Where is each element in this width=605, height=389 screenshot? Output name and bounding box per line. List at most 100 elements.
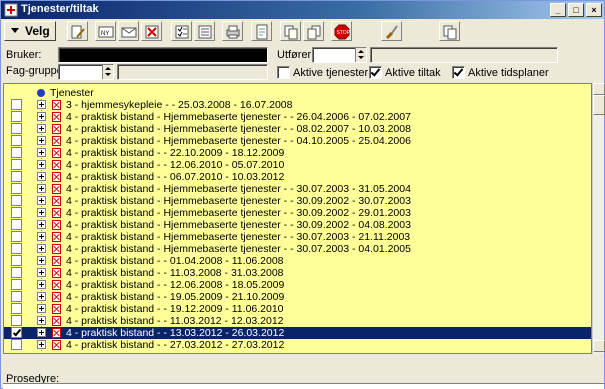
tree-item-checkbox[interactable]	[11, 303, 22, 314]
tree-item[interactable]: 4 - praktisk bistand - - 22.10.2009 - 18…	[4, 147, 591, 159]
expand-icon[interactable]	[37, 304, 46, 313]
faggruppe-select[interactable]	[58, 64, 114, 80]
tree-item-checkbox[interactable]	[11, 135, 22, 146]
tree-item-checkbox[interactable]	[11, 279, 22, 290]
expand-icon[interactable]	[37, 316, 46, 325]
service-status-icon	[52, 232, 61, 242]
expand-icon[interactable]	[37, 136, 46, 145]
tree-item[interactable]: 4 - praktisk bistand - Hjemmebaserte tje…	[4, 195, 591, 207]
tree-item[interactable]: 4 - praktisk bistand - - 12.06.2008 - 18…	[4, 279, 591, 291]
expand-icon[interactable]	[37, 256, 46, 265]
tree-item-checkbox[interactable]	[11, 231, 22, 242]
expand-icon[interactable]	[37, 172, 46, 181]
tree-item[interactable]: 4 - praktisk bistand - - 13.03.2012 - 26…	[4, 327, 591, 339]
tree-item-checkbox[interactable]	[11, 207, 22, 218]
expand-icon[interactable]	[37, 268, 46, 277]
tree-item[interactable]: 4 - praktisk bistand - - 27.03.2012 - 27…	[4, 339, 591, 351]
expand-icon[interactable]	[37, 208, 46, 217]
tree-item[interactable]: 4 - praktisk bistand - - 19.05.2009 - 21…	[4, 291, 591, 303]
tree-item-checkbox[interactable]	[11, 183, 22, 194]
tree-item[interactable]: 3 - hjemmesykepleie - - 25.03.2008 - 16.…	[4, 99, 591, 111]
document-button[interactable]	[251, 21, 272, 41]
maximize-button[interactable]: □	[568, 3, 584, 17]
pages-button[interactable]	[439, 21, 460, 41]
tree-item-label: 4 - praktisk bistand - - 19.05.2009 - 21…	[66, 291, 285, 303]
tree-item[interactable]: 4 - praktisk bistand - Hjemmebaserte tje…	[4, 183, 591, 195]
services-tree[interactable]: Tjenester 3 - hjemmesykepleie - - 25.03.…	[3, 83, 592, 354]
expand-icon[interactable]	[37, 112, 46, 121]
utforer-spinner-icon[interactable]	[355, 48, 366, 62]
copy-back-button[interactable]	[303, 21, 324, 41]
aktive-tjenester-checkbox[interactable]	[277, 66, 290, 79]
aktive-tidsplaner-checkbox[interactable]	[452, 66, 465, 79]
tree-item-checkbox[interactable]	[11, 99, 22, 110]
tree-item-checkbox[interactable]	[11, 267, 22, 278]
tree-item[interactable]: 4 - praktisk bistand - - 11.03.2008 - 31…	[4, 267, 591, 279]
brush-button[interactable]	[381, 21, 402, 41]
expand-icon[interactable]	[37, 280, 46, 289]
tree-item-checkbox[interactable]	[11, 219, 22, 230]
tree-item[interactable]: 4 - praktisk bistand - Hjemmebaserte tje…	[4, 207, 591, 219]
checklist-button[interactable]	[171, 21, 192, 41]
aktive-tiltak-checkbox[interactable]	[369, 66, 382, 79]
expand-icon[interactable]	[37, 292, 46, 301]
tree-item[interactable]: 4 - praktisk bistand - - 12.06.2010 - 05…	[4, 159, 591, 171]
tree-item[interactable]: 4 - praktisk bistand - Hjemmebaserte tje…	[4, 123, 591, 135]
prosedyre-field[interactable]	[3, 383, 604, 389]
tree-item-checkbox[interactable]	[11, 195, 22, 206]
title-bar[interactable]: Tjenester/tiltak _ □ ×	[1, 1, 604, 19]
tree-item-checkbox[interactable]	[11, 255, 22, 266]
velg-button[interactable]: Velg	[4, 21, 56, 41]
tree-item-checkbox[interactable]	[11, 111, 22, 122]
tree-item-label: 4 - praktisk bistand - Hjemmebaserte tje…	[66, 195, 411, 207]
expand-icon[interactable]	[37, 184, 46, 193]
mail-button[interactable]	[118, 21, 139, 41]
tree-item[interactable]: 4 - praktisk bistand - - 06.07.2010 - 10…	[4, 171, 591, 183]
stop-button[interactable]: STOP	[331, 21, 352, 41]
close-button[interactable]: ×	[586, 3, 602, 17]
copy-forward-button[interactable]	[280, 21, 301, 41]
expand-icon[interactable]	[37, 196, 46, 205]
expand-icon[interactable]	[37, 232, 46, 241]
scroll-up-button[interactable]	[593, 83, 605, 95]
scroll-thumb[interactable]	[593, 95, 605, 115]
faggruppe-spinner-icon[interactable]	[102, 65, 113, 79]
root-dot-icon	[37, 89, 45, 97]
tree-item[interactable]: 4 - praktisk bistand - Hjemmebaserte tje…	[4, 219, 591, 231]
delete-button[interactable]	[141, 21, 162, 41]
tree-item-checkbox[interactable]	[11, 291, 22, 302]
scroll-down-button[interactable]	[593, 340, 605, 352]
bruker-field[interactable]	[58, 47, 268, 63]
new-button[interactable]: NY	[95, 21, 116, 41]
expand-icon[interactable]	[37, 328, 46, 337]
expand-icon[interactable]	[37, 148, 46, 157]
edit-document-button[interactable]	[67, 21, 88, 41]
expand-icon[interactable]	[37, 100, 46, 109]
tree-item[interactable]: 4 - praktisk bistand - Hjemmebaserte tje…	[4, 135, 591, 147]
utforer-select[interactable]	[312, 47, 367, 63]
expand-icon[interactable]	[37, 340, 46, 349]
list-button[interactable]	[194, 21, 215, 41]
tree-root[interactable]: Tjenester	[4, 87, 591, 99]
print-button[interactable]	[222, 21, 243, 41]
tree-item-checkbox[interactable]	[11, 147, 22, 158]
tree-item-checkbox[interactable]	[11, 339, 22, 350]
tree-item-checkbox[interactable]	[11, 315, 22, 326]
tree-item-checkbox[interactable]	[11, 327, 22, 338]
tree-item[interactable]: 4 - praktisk bistand - - 01.04.2008 - 11…	[4, 255, 591, 267]
vertical-scrollbar[interactable]	[592, 83, 605, 354]
expand-icon[interactable]	[37, 124, 46, 133]
tree-item[interactable]: 4 - praktisk bistand - Hjemmebaserte tje…	[4, 231, 591, 243]
minimize-button[interactable]: _	[550, 3, 566, 17]
expand-icon[interactable]	[37, 244, 46, 253]
tree-item-checkbox[interactable]	[11, 171, 22, 182]
tree-item[interactable]: 4 - praktisk bistand - - 19.12.2009 - 11…	[4, 303, 591, 315]
expand-icon[interactable]	[37, 220, 46, 229]
tree-item[interactable]: 4 - praktisk bistand - Hjemmebaserte tje…	[4, 243, 591, 255]
tree-item[interactable]: 4 - praktisk bistand - - 11.03.2012 - 12…	[4, 315, 591, 327]
tree-item-checkbox[interactable]	[11, 123, 22, 134]
expand-icon[interactable]	[37, 160, 46, 169]
tree-item[interactable]: 4 - praktisk bistand - Hjemmebaserte tje…	[4, 111, 591, 123]
tree-item-checkbox[interactable]	[11, 243, 22, 254]
tree-item-checkbox[interactable]	[11, 159, 22, 170]
